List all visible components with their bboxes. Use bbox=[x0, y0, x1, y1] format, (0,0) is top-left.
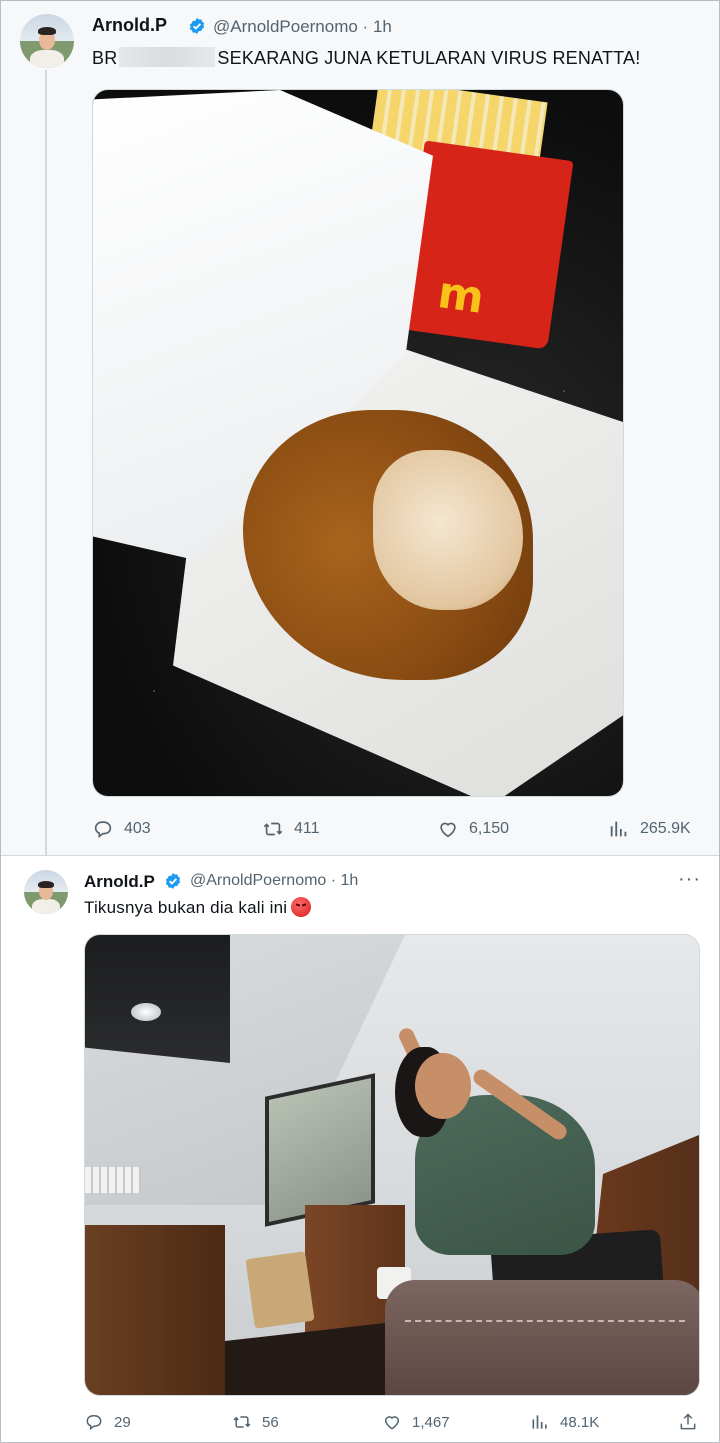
like-button[interactable]: 1,467 bbox=[382, 1412, 450, 1432]
blurred-word bbox=[119, 47, 216, 67]
tweet-text-prefix: BR bbox=[92, 48, 118, 68]
ceiling-light bbox=[131, 1003, 161, 1021]
reply-button[interactable]: 403 bbox=[92, 818, 151, 840]
paper-bag bbox=[245, 1251, 315, 1329]
retweet-icon bbox=[233, 1416, 251, 1428]
tweet-photo[interactable] bbox=[84, 934, 700, 1396]
views-chart-icon bbox=[610, 821, 627, 837]
verified-badge-icon bbox=[189, 18, 205, 34]
mcdonalds-logo: m bbox=[434, 267, 488, 324]
avatar[interactable] bbox=[20, 14, 74, 68]
ceiling-lamp bbox=[85, 1167, 141, 1193]
like-count: 6,150 bbox=[469, 820, 510, 837]
share-icon bbox=[680, 1413, 696, 1430]
more-options-button[interactable]: ··· bbox=[678, 868, 701, 891]
retweet-button[interactable]: 56 bbox=[232, 1412, 279, 1432]
like-button[interactable]: 6,150 bbox=[437, 818, 509, 840]
tweet-2[interactable]: Arnold.P @ArnoldPoernomo · 1h ··· Tikusn… bbox=[0, 856, 720, 1443]
retweet-count: 411 bbox=[294, 820, 320, 837]
tweet-photo[interactable]: m bbox=[92, 89, 624, 797]
wooden-cabinet bbox=[85, 1225, 225, 1395]
verified-badge-icon bbox=[165, 873, 181, 889]
views-count: 265.9K bbox=[640, 820, 691, 837]
tweet-text: BR SEKARANG JUNA KETULARAN VIRUS RENATTA! bbox=[92, 47, 640, 69]
share-button[interactable] bbox=[678, 1412, 698, 1432]
like-count: 1,467 bbox=[412, 1413, 450, 1431]
window bbox=[265, 1073, 375, 1227]
reply-button[interactable]: 29 bbox=[84, 1412, 131, 1432]
views-count: 48.1K bbox=[560, 1413, 600, 1431]
avatar[interactable] bbox=[24, 870, 68, 914]
retweet-button[interactable]: 411 bbox=[262, 818, 320, 840]
display-name[interactable]: Arnold.P bbox=[92, 15, 167, 36]
views-button[interactable]: 48.1K bbox=[530, 1412, 599, 1432]
display-name[interactable]: Arnold.P bbox=[84, 872, 155, 892]
thread-connector-line bbox=[45, 70, 47, 856]
reply-count: 403 bbox=[124, 820, 151, 837]
tweet-1[interactable]: Arnold.P @ArnoldPoernomo · 1h BR SEKARANG… bbox=[0, 0, 720, 856]
person-head bbox=[415, 1053, 471, 1119]
heart-icon bbox=[440, 822, 456, 838]
retweet-count: 56 bbox=[262, 1413, 279, 1431]
views-button[interactable]: 265.9K bbox=[608, 818, 691, 840]
retweet-icon bbox=[263, 822, 283, 836]
handle-and-time[interactable]: @ArnoldPoernomo · 1h bbox=[190, 872, 358, 890]
television bbox=[85, 935, 230, 1063]
tweet-text-body: Tikusnya bukan dia kali ini bbox=[84, 898, 288, 917]
leather-sofa bbox=[385, 1280, 699, 1395]
tweet-text-suffix: SEKARANG JUNA KETULARAN VIRUS RENATTA! bbox=[217, 48, 641, 68]
reply-icon bbox=[94, 821, 112, 838]
tweet-text: Tikusnya bukan dia kali ini bbox=[84, 897, 312, 918]
heart-icon bbox=[384, 1416, 400, 1430]
angry-face-emoji-icon bbox=[291, 897, 312, 917]
handle-and-time[interactable]: @ArnoldPoernomo · 1h bbox=[213, 17, 392, 37]
reply-count: 29 bbox=[114, 1413, 131, 1431]
reply-icon bbox=[86, 1415, 102, 1431]
sofa-stitching bbox=[405, 1320, 685, 1322]
views-chart-icon bbox=[532, 1415, 547, 1429]
